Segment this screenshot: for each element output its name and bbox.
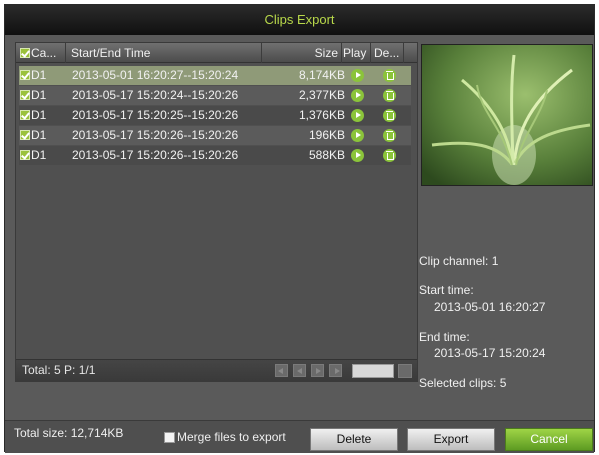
table-row[interactable]: D1 2013-05-01 16:20:27--15:20:24 8,174KB <box>19 66 411 85</box>
row-camera-label: D1 <box>31 108 47 122</box>
trash-icon[interactable] <box>383 109 396 122</box>
row-size-cell: 2,377KB <box>298 88 345 102</box>
row-camera-label: D1 <box>31 128 47 142</box>
play-icon[interactable] <box>351 129 364 142</box>
dialog-title: Clips Export <box>264 12 335 27</box>
end-time-label: End time: <box>419 330 470 344</box>
row-camera-cell: D1 <box>20 86 46 105</box>
row-time-cell: 2013-05-17 15:20:26--15:20:26 <box>72 148 239 162</box>
row-checkbox[interactable] <box>20 90 30 100</box>
export-button[interactable]: Export <box>407 428 495 451</box>
row-size-cell: 1,376KB <box>298 108 345 122</box>
clip-preview-image <box>421 44 593 186</box>
select-all-checkbox[interactable] <box>20 48 30 58</box>
total-pages-label: Total: 5 P: 1/1 <box>22 363 96 377</box>
row-checkbox[interactable] <box>20 70 30 80</box>
row-camera-cell: D1 <box>20 106 46 125</box>
table-header: Ca... Start/End Time Size Play De... <box>16 43 417 63</box>
row-checkbox[interactable] <box>20 130 30 140</box>
row-time-cell: 2013-05-17 15:20:25--15:20:26 <box>72 108 239 122</box>
row-size-cell: 588KB <box>308 148 345 162</box>
play-icon[interactable] <box>351 149 364 162</box>
merge-files-checkbox[interactable] <box>164 432 175 443</box>
trash-icon[interactable] <box>383 129 396 142</box>
row-time-cell: 2013-05-17 15:20:26--15:20:26 <box>72 128 239 142</box>
column-header-delete[interactable]: De... <box>371 43 404 63</box>
clips-export-dialog: Clips Export Ca... Start/End Time Size P… <box>4 4 595 453</box>
clips-list-panel: Ca... Start/End Time Size Play De... D1 2… <box>15 42 418 382</box>
table-row[interactable]: D1 2013-05-17 15:20:25--15:20:26 1,376KB <box>19 106 411 125</box>
table-row[interactable]: D1 2013-05-17 15:20:26--15:20:26 196KB <box>19 126 411 145</box>
first-page-icon[interactable] <box>275 364 288 377</box>
column-header-play[interactable]: Play <box>342 43 371 63</box>
row-camera-label: D1 <box>31 88 47 102</box>
trash-icon[interactable] <box>383 149 396 162</box>
row-time-cell: 2013-05-01 16:20:27--15:20:24 <box>72 68 239 82</box>
plant-preview-icon <box>422 45 592 185</box>
table-footer: Total: 5 P: 1/1 <box>16 359 417 381</box>
row-camera-label: D1 <box>31 68 47 82</box>
selected-clips-label: Selected clips: 5 <box>419 376 507 390</box>
row-camera-cell: D1 <box>20 146 46 165</box>
prev-page-icon[interactable] <box>293 364 306 377</box>
column-header-size[interactable]: Size <box>262 43 342 63</box>
row-checkbox[interactable] <box>20 110 30 120</box>
column-header-time[interactable]: Start/End Time <box>66 43 262 63</box>
row-camera-cell: D1 <box>20 66 46 85</box>
title-bar: Clips Export <box>5 5 594 35</box>
next-page-icon[interactable] <box>311 364 324 377</box>
play-icon[interactable] <box>351 89 364 102</box>
column-header-camera[interactable]: Ca... <box>16 43 66 63</box>
row-time-cell: 2013-05-17 15:20:24--15:20:26 <box>72 88 239 102</box>
table-row[interactable]: D1 2013-05-17 15:20:26--15:20:26 588KB <box>19 146 411 165</box>
table-row[interactable]: D1 2013-05-17 15:20:24--15:20:26 2,377KB <box>19 86 411 105</box>
play-icon[interactable] <box>351 109 364 122</box>
trash-icon[interactable] <box>383 69 396 82</box>
row-camera-cell: D1 <box>20 126 46 145</box>
row-camera-label: D1 <box>31 148 47 162</box>
go-page-button[interactable] <box>398 364 412 378</box>
camera-header-label: Ca... <box>31 46 57 60</box>
row-size-cell: 196KB <box>308 128 345 142</box>
trash-icon[interactable] <box>383 89 396 102</box>
cancel-button[interactable]: Cancel <box>505 428 593 451</box>
row-size-cell: 8,174KB <box>298 68 345 82</box>
page-number-input[interactable] <box>352 364 394 378</box>
end-time-value: 2013-05-17 15:20:24 <box>434 346 546 360</box>
start-time-value: 2013-05-01 16:20:27 <box>434 300 546 314</box>
delete-button[interactable]: Delete <box>310 428 398 451</box>
start-time-label: Start time: <box>419 283 474 297</box>
last-page-icon[interactable] <box>329 364 342 377</box>
merge-files-label[interactable]: Merge files to export <box>177 430 286 444</box>
row-checkbox[interactable] <box>20 150 30 160</box>
total-size-label: Total size: 12,714KB <box>14 426 124 440</box>
clip-channel-label: Clip channel: 1 <box>419 254 499 268</box>
play-icon[interactable] <box>351 69 364 82</box>
